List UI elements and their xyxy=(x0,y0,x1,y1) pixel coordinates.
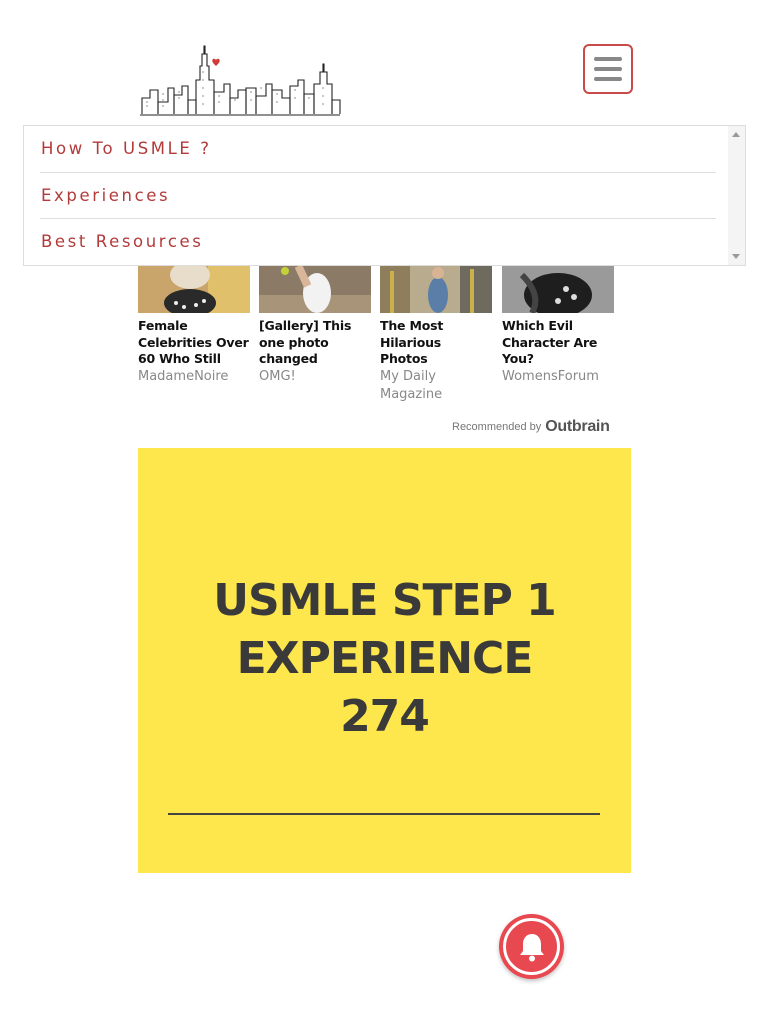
nav-item-how-to-usmle[interactable]: How To USMLE ? xyxy=(40,126,716,173)
scroll-down-arrow-icon[interactable] xyxy=(732,254,740,259)
scroll-up-arrow-icon[interactable] xyxy=(732,132,740,137)
nav-item-experiences[interactable]: Experiences xyxy=(40,173,716,219)
recommendation-title[interactable]: The Most Hilarious Photos Captured At Th… xyxy=(380,318,492,368)
nav-menu-list: How To USMLE ? Experiences Best Resource… xyxy=(40,126,716,266)
nav-item-best-resources[interactable]: Best Resources xyxy=(40,219,716,266)
featured-title-line: USMLE STEP 1 xyxy=(213,575,557,626)
bell-icon xyxy=(519,933,544,961)
recommendation-card[interactable]: The Most Hilarious Photos Captured At Th… xyxy=(380,265,492,404)
recommendation-source: MadameNoire xyxy=(138,369,229,384)
featured-title-line: 274 xyxy=(340,691,430,742)
hamburger-menu-icon xyxy=(594,77,622,81)
recommendation-card[interactable]: [Gallery] This one photo changed OMG! xyxy=(259,265,371,386)
featured-post-image[interactable]: USMLE STEP 1 EXPERIENCE 274 xyxy=(138,448,631,873)
hamburger-menu-icon xyxy=(594,67,622,71)
recommended-by-label: Recommended by xyxy=(452,421,542,433)
hamburger-menu-icon xyxy=(594,57,622,61)
nav-dropdown-menu: How To USMLE ? Experiences Best Resource… xyxy=(23,125,746,266)
dropdown-scrollbar[interactable] xyxy=(728,126,745,265)
recommendation-card[interactable]: Which Evil Character Are You? WomensForu… xyxy=(502,265,614,386)
menu-toggle-button[interactable] xyxy=(583,44,633,94)
recommendation-title[interactable]: [Gallery] This one photo changed xyxy=(259,318,371,368)
outbrain-credit-link[interactable]: Recommended by Outbrain xyxy=(452,418,610,436)
outbrain-logo: Outbrain xyxy=(545,418,610,435)
tennis-photo-icon xyxy=(259,265,371,313)
site-logo[interactable] xyxy=(138,40,342,120)
featured-divider xyxy=(168,813,600,815)
recommendation-title[interactable]: Which Evil Character Are You? xyxy=(502,318,614,368)
celebrity-photo-icon xyxy=(138,265,250,313)
recommendation-card[interactable]: Female Celebrities Over 60 Who Still Mad… xyxy=(138,265,250,386)
featured-title-line: EXPERIENCE xyxy=(236,633,534,684)
city-skyline-logo-icon xyxy=(140,45,341,116)
recommendation-source: OMG! xyxy=(259,369,296,384)
recommendation-title[interactable]: Female Celebrities Over 60 Who Still xyxy=(138,318,250,368)
notification-bell-button[interactable] xyxy=(499,914,564,979)
recommendation-source: My Daily Magazine xyxy=(380,369,443,402)
dark-character-photo-icon xyxy=(502,265,614,313)
recommendation-source: WomensForum xyxy=(502,369,599,384)
street-photo-icon xyxy=(380,265,492,313)
recommendations-widget: Female Celebrities Over 60 Who Still Mad… xyxy=(138,265,618,415)
featured-post-title: USMLE STEP 1 EXPERIENCE 274 xyxy=(138,572,631,746)
